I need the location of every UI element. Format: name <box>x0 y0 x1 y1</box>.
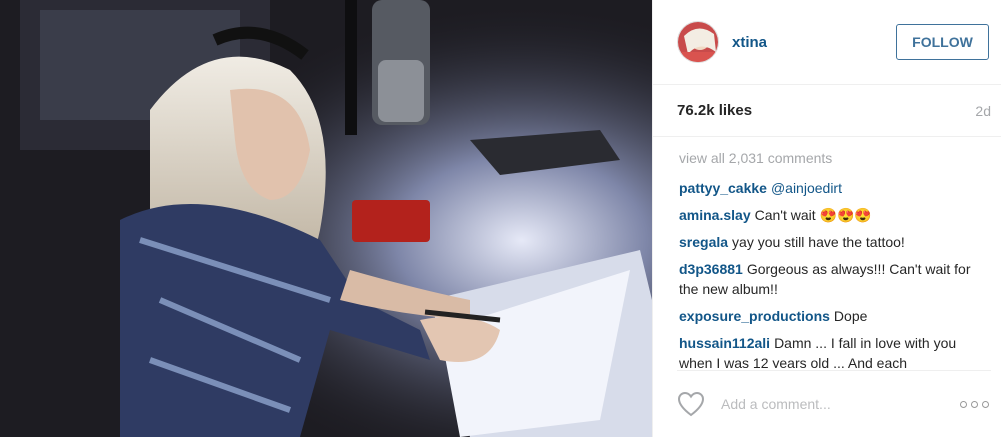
dot-icon <box>971 400 978 408</box>
comment-item: d3p36881 Gorgeous as always!!! Can't wait… <box>679 259 991 299</box>
comment-item: pattyy_cakke @ainjoedirt <box>679 178 991 198</box>
comment-item: sregala yay you still have the tattoo! <box>679 232 991 252</box>
post-photo[interactable] <box>0 0 652 437</box>
avatar-image <box>678 22 718 62</box>
comment-text: yay you still have the tattoo! <box>732 234 905 250</box>
post-sidebar: xtina FOLLOW 76.2k likes 2d view all 2,0… <box>652 0 1001 437</box>
comment-item: exposure_productions Dope <box>679 306 991 326</box>
post-age[interactable]: 2d <box>975 103 991 119</box>
more-options-icon[interactable] <box>960 400 989 408</box>
follow-button[interactable]: FOLLOW <box>896 24 989 60</box>
comment-mention[interactable]: @ainjoedirt <box>771 180 842 196</box>
studio-scene-image <box>0 0 652 437</box>
comments-list[interactable]: view all 2,031 comments pattyy_cakke @ain… <box>653 148 1001 368</box>
comment-item: hussain112ali Damn ... I fall in love wit… <box>679 333 991 368</box>
comment-username[interactable]: d3p36881 <box>679 261 743 277</box>
avatar[interactable] <box>677 21 719 63</box>
comment-text: Dope <box>833 308 868 324</box>
comment-username[interactable]: hussain112ali <box>679 335 770 351</box>
post-footer <box>677 370 991 437</box>
comment-text: Can't wait 😍😍😍 <box>754 207 872 223</box>
username-link[interactable]: xtina <box>732 34 767 51</box>
comment-item: amina.slay Can't wait 😍😍😍 <box>679 205 991 225</box>
view-all-comments-link[interactable]: view all 2,031 comments <box>679 150 991 166</box>
add-comment-input[interactable] <box>719 395 923 413</box>
comment-username[interactable]: amina.slay <box>679 207 751 223</box>
comment-username[interactable]: exposure_productions <box>679 308 830 324</box>
post-header: xtina FOLLOW <box>653 0 1001 85</box>
post-meta: 76.2k likes 2d <box>653 85 1001 137</box>
dot-icon <box>960 400 967 408</box>
likes-count[interactable]: 76.2k likes <box>677 102 752 119</box>
comment-username[interactable]: sregala <box>679 234 728 250</box>
comment-username[interactable]: pattyy_cakke <box>679 180 767 196</box>
dot-icon <box>982 400 989 408</box>
heart-icon[interactable] <box>677 391 705 417</box>
instagram-post: xtina FOLLOW 76.2k likes 2d view all 2,0… <box>0 0 1001 437</box>
